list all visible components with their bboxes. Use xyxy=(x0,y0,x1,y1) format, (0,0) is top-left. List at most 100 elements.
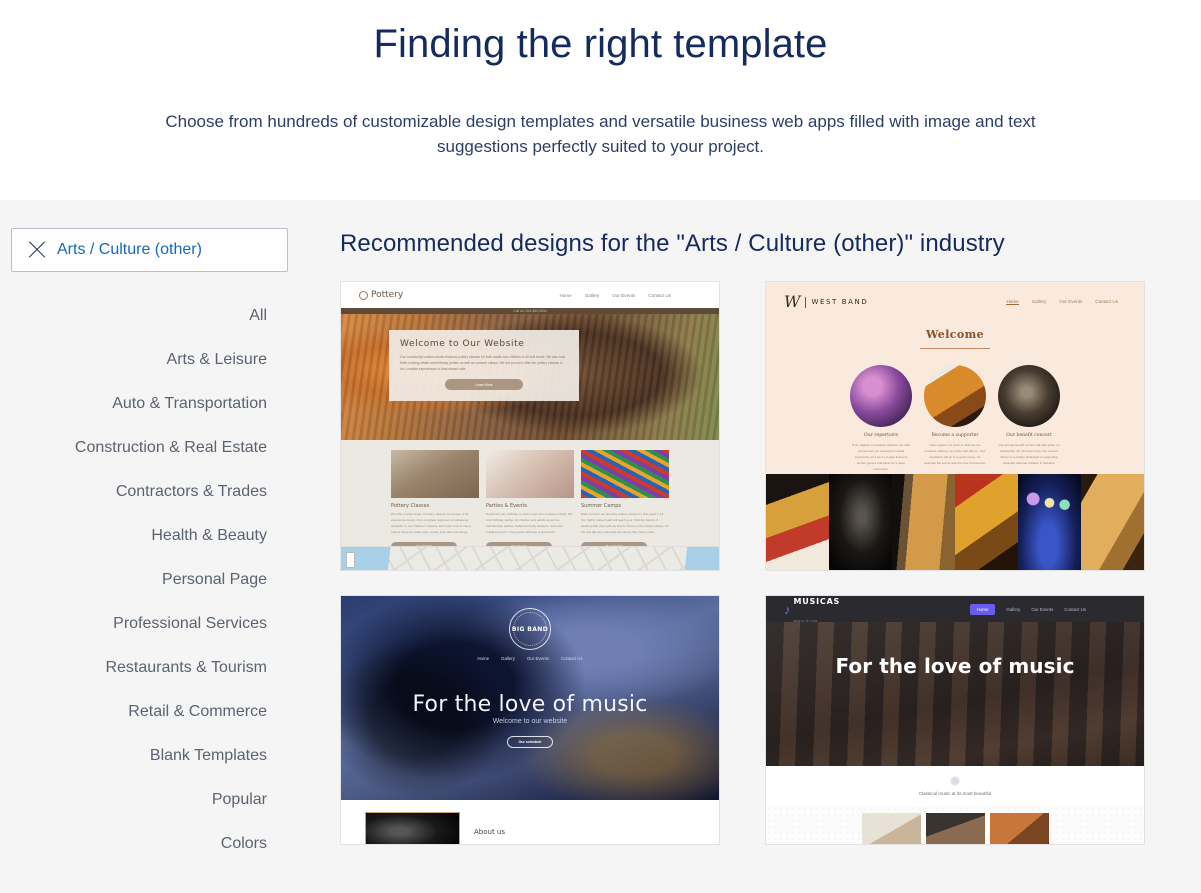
musicas-nav-home: Home xyxy=(969,603,996,615)
pottery-ring-icon xyxy=(359,290,368,300)
sidebar-item-restaurants-tourism[interactable]: Restaurants & Tourism xyxy=(11,646,267,690)
page-subtitle: Choose from hundreds of customizable des… xyxy=(165,112,1036,156)
bigband-nav-links: Home Gallery Our Events Contact Us xyxy=(341,656,719,661)
westband-nav-gallery: Gallery xyxy=(1031,299,1047,305)
westband-logo: W WEST BAND xyxy=(784,294,868,310)
westband-heading: Welcome xyxy=(925,328,985,342)
sidebar-item-retail-commerce[interactable]: Retail & Commerce xyxy=(11,690,267,734)
flourish-icon xyxy=(950,776,960,787)
musicas-nav-gallery: Gallery xyxy=(1006,606,1021,612)
westband-brand: WEST BAND xyxy=(805,296,868,308)
musicas-tagline: Classical music at its most beautiful xyxy=(918,791,992,797)
pottery-card-parties: Parties & Events Celebrate your birthday… xyxy=(486,450,574,551)
pottery-card-camps: Summer Camps Each summer we host five po… xyxy=(581,450,669,551)
pottery-nav-events: Our Events xyxy=(612,292,636,298)
circular-badge-icon: BIG BAND xyxy=(509,608,551,651)
westband-column-title: Our benefit concert xyxy=(1006,433,1052,439)
pottery-card-image xyxy=(391,450,479,499)
westband-nav-contact: Contact Us xyxy=(1095,299,1118,305)
recommended-designs-title: Recommended designs for the "Arts / Cult… xyxy=(340,230,1005,257)
pottery-hero-heading: Welcome to Our Website xyxy=(400,339,525,350)
sidebar-item-auto-transportation[interactable]: Auto & Transportation xyxy=(11,382,267,426)
bigband-about-section: About us xyxy=(341,800,719,845)
westband-column-text: From ragtime to timeless classics, we of… xyxy=(851,443,911,472)
westband-photo xyxy=(766,474,829,571)
pottery-brand: Pottery xyxy=(371,290,404,301)
westband-top: W WEST BAND Home Gallery Our Events Cont… xyxy=(766,282,1144,472)
pottery-navbar: Pottery Home Gallery Our Events Contact … xyxy=(341,282,719,309)
westband-nav-links: Home Gallery Our Events Contact Us xyxy=(1006,299,1126,306)
template-card-big-band[interactable]: BIG BAND Home Gallery Our Events Contact… xyxy=(340,595,720,846)
template-preview-west-band: W WEST BAND Home Gallery Our Events Cont… xyxy=(766,282,1144,571)
main-panel: Recommended designs for the "Arts / Cult… xyxy=(335,200,1201,893)
westband-photo xyxy=(1018,474,1081,571)
bigband-nav-gallery: Gallery xyxy=(501,656,515,662)
pottery-nav-gallery: Gallery xyxy=(584,292,600,298)
bigband-about-title: About us xyxy=(474,828,506,837)
template-preview-musicas: ♪ MUSICAS MUSIC IS LIFE Home Gallery Our… xyxy=(766,596,1144,845)
musicas-hero-heading: For the love of music xyxy=(835,654,1075,679)
pottery-card-text: We offer a wide range of pottery classes… xyxy=(391,512,471,534)
westband-column-repertoire: Our repertoire From ragtime to timeless … xyxy=(850,365,912,472)
westband-column-title: Our repertoire xyxy=(863,433,899,439)
pottery-card-image xyxy=(581,450,669,499)
sidebar-item-contractors-trades[interactable]: Contractors & Trades xyxy=(11,470,267,514)
sidebar-item-health-beauty[interactable]: Health & Beauty xyxy=(11,514,267,558)
music-note-icon: ♪ xyxy=(784,601,791,617)
pottery-card-title: Summer Camps xyxy=(581,503,622,510)
pottery-card-classes: Pottery Classes We offer a wide range of… xyxy=(391,450,479,551)
template-preview-pottery: Pottery Home Gallery Our Events Contact … xyxy=(341,282,719,571)
page-header: Finding the right template Choose from h… xyxy=(0,0,1201,200)
westband-photo xyxy=(1081,474,1144,571)
sidebar-item-construction-realestate[interactable]: Construction & Real Estate xyxy=(11,426,267,470)
westband-photo xyxy=(955,474,1018,571)
bigband-nav-contact: Contact Us xyxy=(560,656,583,662)
bigband-brand: BIG BAND xyxy=(511,625,549,633)
musicas-gallery-image xyxy=(861,813,921,845)
template-card-pottery[interactable]: Pottery Home Gallery Our Events Contact … xyxy=(340,281,720,572)
pottery-hero-text: Our community location studio features p… xyxy=(400,355,566,372)
pottery-welcome-card: Welcome to Our Website Our community loc… xyxy=(389,330,579,402)
sidebar-item-all[interactable]: All xyxy=(11,294,267,338)
category-list: All Arts & Leisure Auto & Transportation… xyxy=(11,294,267,866)
westband-column-concert: Our benefit concert Our annual benefit c… xyxy=(998,365,1060,472)
musicas-tagline-section: Classical music at its most beautiful xyxy=(766,766,1144,806)
westband-circle-image xyxy=(850,365,912,428)
pottery-nav-home: Home xyxy=(559,292,572,298)
pottery-map-footer xyxy=(341,546,719,571)
sidebar-item-blank-templates[interactable]: Blank Templates xyxy=(11,734,267,778)
musicas-brand: MUSICAS xyxy=(793,597,841,607)
pottery-hero-button: Learn More xyxy=(445,379,523,391)
westband-photo-strip xyxy=(766,474,1144,571)
sidebar-item-popular[interactable]: Popular xyxy=(11,778,267,822)
westband-circle-image xyxy=(998,365,1060,428)
close-x-icon[interactable] xyxy=(26,239,48,261)
sidebar-item-arts-leisure[interactable]: Arts & Leisure xyxy=(11,338,267,382)
pottery-logo: Pottery xyxy=(359,290,403,300)
sidebar-item-colors[interactable]: Colors xyxy=(11,822,267,866)
bigband-nav-home: Home xyxy=(477,656,490,662)
sidebar-item-personal-page[interactable]: Personal Page xyxy=(11,558,267,602)
bigband-nav-events: Our Events xyxy=(526,656,549,662)
sidebar: Arts / Culture (other) All Arts & Leisur… xyxy=(0,200,335,893)
template-card-musicas[interactable]: ♪ MUSICAS MUSIC IS LIFE Home Gallery Our… xyxy=(765,595,1145,846)
wb-monogram-icon: W xyxy=(784,292,801,312)
westband-nav-home: Home xyxy=(1006,299,1019,306)
pottery-nav-contact: Contact Us xyxy=(648,292,671,298)
bigband-hero-button: Our schedule xyxy=(507,736,553,749)
westband-photo xyxy=(829,474,892,571)
pottery-card-text: Each summer we host five pottery camps f… xyxy=(581,512,669,534)
westband-columns: Our repertoire From ragtime to timeless … xyxy=(784,365,1126,472)
westband-column-title: Become a supporter xyxy=(931,433,979,439)
template-grid: Pottery Home Gallery Our Events Contact … xyxy=(340,281,1146,846)
template-card-west-band[interactable]: W WEST BAND Home Gallery Our Events Cont… xyxy=(765,281,1145,572)
bigband-hero-sub: Welcome to our website xyxy=(492,718,568,726)
musicas-gallery xyxy=(766,806,1144,845)
musicas-nav-events: Our Events xyxy=(1031,606,1054,612)
sidebar-item-professional-services[interactable]: Professional Services xyxy=(11,602,267,646)
bigband-hero-heading: For the love of music xyxy=(412,692,648,718)
template-preview-big-band: BIG BAND Home Gallery Our Events Contact… xyxy=(341,596,719,845)
pottery-card-text: Celebrate your birthday or other event a… xyxy=(486,512,573,534)
active-filter-chip[interactable]: Arts / Culture (other) xyxy=(11,228,288,272)
content-area: Arts / Culture (other) All Arts & Leisur… xyxy=(0,200,1201,893)
